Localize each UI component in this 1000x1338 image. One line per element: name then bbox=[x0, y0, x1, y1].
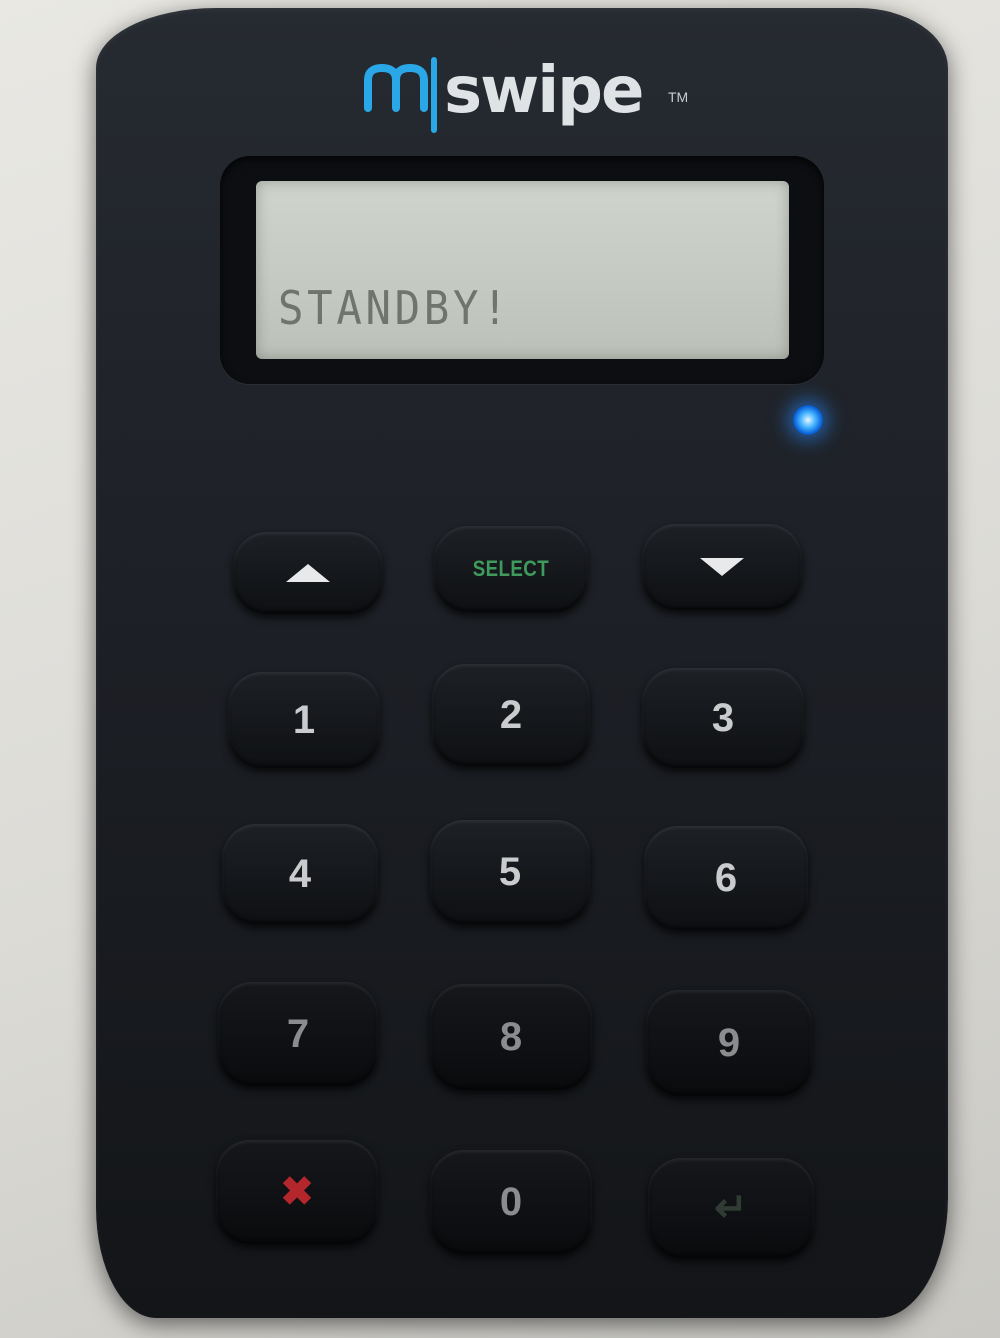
status-led bbox=[793, 405, 823, 435]
key-7[interactable]: 7 bbox=[218, 982, 378, 1086]
mswipe-logo: swipe TM bbox=[362, 46, 702, 136]
svg-text:TM: TM bbox=[668, 89, 688, 105]
key-0[interactable]: 0 bbox=[430, 1150, 592, 1254]
key-5[interactable]: 5 bbox=[430, 820, 590, 924]
select-label: SELECT bbox=[472, 556, 550, 581]
down-arrow-icon bbox=[700, 558, 744, 576]
enter-button[interactable]: ↵ bbox=[648, 1158, 814, 1258]
svg-text:swipe: swipe bbox=[444, 54, 642, 128]
key-8[interactable]: 8 bbox=[430, 984, 592, 1090]
lcd-display: STANDBY! bbox=[256, 181, 789, 359]
up-arrow-button[interactable] bbox=[233, 532, 383, 614]
key-2[interactable]: 2 bbox=[432, 664, 590, 766]
key-1[interactable]: 1 bbox=[228, 672, 380, 768]
enter-icon: ↵ bbox=[714, 1186, 748, 1230]
up-arrow-icon bbox=[286, 564, 330, 582]
cancel-button[interactable]: ✖ bbox=[216, 1140, 378, 1244]
key-3[interactable]: 3 bbox=[642, 668, 804, 768]
cancel-icon: ✖ bbox=[280, 1170, 314, 1214]
key-4[interactable]: 4 bbox=[222, 824, 378, 924]
select-button[interactable]: SELECT bbox=[434, 526, 588, 612]
down-arrow-button[interactable] bbox=[642, 524, 802, 610]
key-6[interactable]: 6 bbox=[644, 826, 808, 930]
mswipe-logo-mark: swipe TM bbox=[364, 54, 688, 133]
key-9[interactable]: 9 bbox=[646, 990, 812, 1096]
display-text: STANDBY! bbox=[278, 281, 512, 335]
